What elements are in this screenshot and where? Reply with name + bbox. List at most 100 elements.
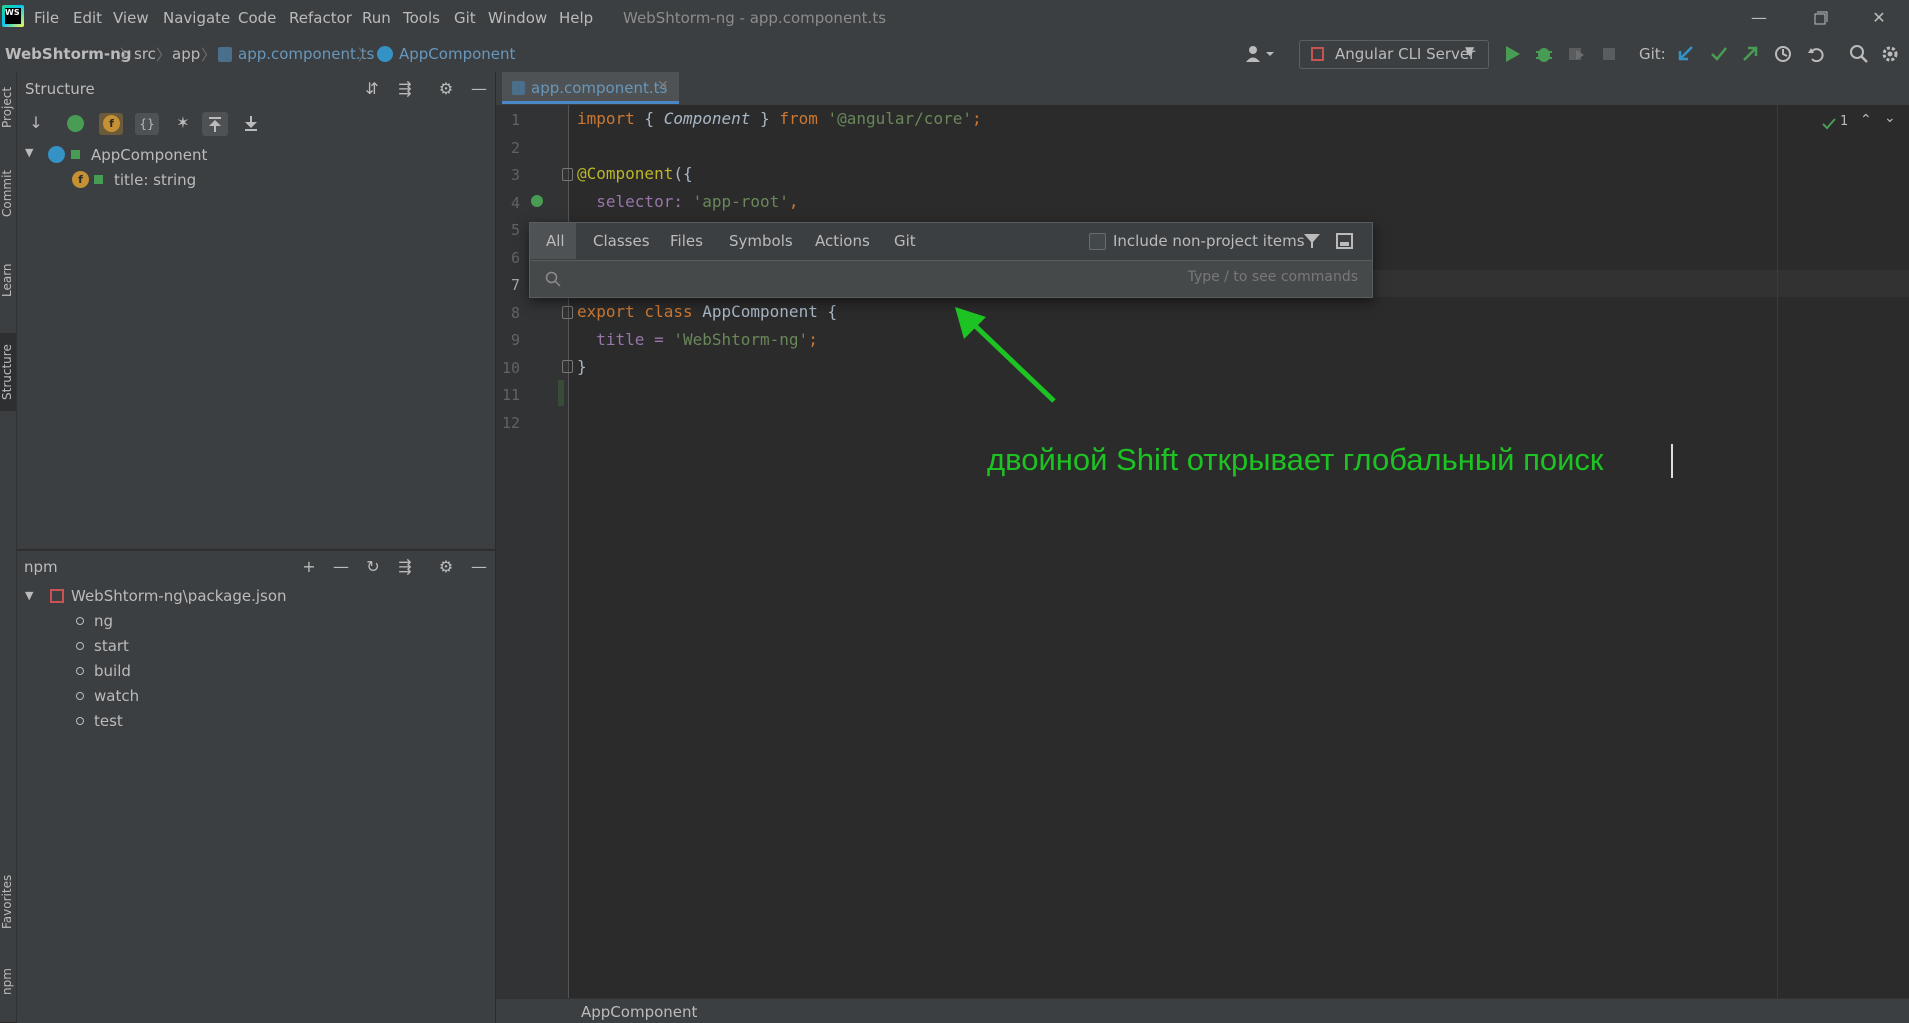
chevron-right-icon: 〉 xyxy=(156,46,172,64)
menu-help[interactable]: Help xyxy=(559,9,593,27)
status-breadcrumb[interactable]: AppComponent xyxy=(581,1003,697,1021)
show-fields-toggle[interactable]: f xyxy=(99,113,123,135)
git-push-icon[interactable] xyxy=(1740,44,1760,64)
npm-script-ng[interactable]: ng xyxy=(94,612,113,630)
close-window-icon[interactable]: ✕ xyxy=(1859,4,1899,32)
add-icon[interactable]: + xyxy=(299,557,319,577)
restore-icon[interactable] xyxy=(1800,4,1840,32)
minimize-icon[interactable]: — xyxy=(1739,4,1779,32)
npm-package-icon xyxy=(50,589,64,603)
tool-tab-favorites[interactable]: Favorites xyxy=(0,866,16,938)
hide-panel-icon[interactable]: — xyxy=(469,557,489,577)
next-highlight-icon[interactable]: ⌄ xyxy=(1884,110,1896,126)
settings-gear-icon[interactable]: ⚙ xyxy=(436,557,456,577)
tree-item-title[interactable]: title: string xyxy=(114,171,196,189)
fold-icon[interactable] xyxy=(562,360,573,373)
search-hint: Type / to see commands xyxy=(1187,269,1358,285)
chevron-right-icon: 〉 xyxy=(120,46,136,64)
public-lock-icon xyxy=(94,175,103,184)
collapse-all-icon[interactable]: ⇶ xyxy=(395,557,415,577)
npm-script-build[interactable]: build xyxy=(94,662,131,680)
user-icon[interactable] xyxy=(1244,45,1278,63)
refresh-icon[interactable]: ↻ xyxy=(363,557,383,577)
breadcrumb-file[interactable]: app.component.ts xyxy=(238,45,374,63)
fold-icon[interactable] xyxy=(562,168,573,181)
inspections-widget[interactable]: 1 xyxy=(1821,114,1851,134)
menu-run[interactable]: Run xyxy=(362,9,391,27)
tree-item-appcomponent[interactable]: AppComponent xyxy=(91,146,207,164)
tool-tab-commit[interactable]: Commit xyxy=(0,165,16,221)
hide-panel-icon[interactable]: — xyxy=(469,79,489,99)
class-icon xyxy=(48,146,65,163)
npm-script-start[interactable]: start xyxy=(94,637,129,655)
script-bullet-icon xyxy=(76,667,84,675)
run-configuration-select[interactable]: Angular CLI Server ▼ xyxy=(1299,40,1489,69)
implemented-marker-icon[interactable] xyxy=(531,195,543,207)
menu-window[interactable]: Window xyxy=(488,9,547,27)
search-icon[interactable] xyxy=(1849,44,1869,64)
editor-tab-app-component[interactable]: app.component.ts ✕ xyxy=(502,72,679,104)
webstorm-logo-icon[interactable]: WS xyxy=(2,5,24,27)
line-number: 9 xyxy=(510,331,520,349)
history-icon[interactable] xyxy=(1773,44,1793,64)
breadcrumb-app[interactable]: app xyxy=(172,45,200,63)
run-icon[interactable] xyxy=(1502,44,1522,64)
coverage-icon[interactable] xyxy=(1566,44,1586,64)
npm-package-json[interactable]: WebShtorm-ng\package.json xyxy=(71,587,287,605)
debug-icon[interactable] xyxy=(1534,44,1554,64)
group-by-icon[interactable]: ✶ xyxy=(173,113,193,133)
menu-edit[interactable]: Edit xyxy=(73,9,102,27)
menu-navigate[interactable]: Navigate xyxy=(163,9,230,27)
search-tab-git[interactable]: Git xyxy=(894,232,916,250)
filter-icon[interactable] xyxy=(1302,231,1322,251)
chevron-down-icon[interactable]: ▼ xyxy=(25,589,33,602)
search-tab-actions[interactable]: Actions xyxy=(815,232,870,250)
git-update-icon[interactable] xyxy=(1676,44,1696,64)
menu-refactor[interactable]: Refactor xyxy=(289,9,352,27)
search-tab-all[interactable]: All xyxy=(546,232,565,250)
rollback-icon[interactable] xyxy=(1806,44,1826,64)
search-input[interactable] xyxy=(570,265,1134,293)
tool-tab-learn[interactable]: Learn xyxy=(0,255,16,305)
autoscroll-to-source-toggle[interactable] xyxy=(202,112,228,136)
sort-alphabetically-icon[interactable]: ↓ xyxy=(26,113,46,133)
tool-tab-structure[interactable]: Structure xyxy=(0,333,16,411)
menu-tools[interactable]: Tools xyxy=(403,9,440,27)
git-commit-icon[interactable] xyxy=(1709,44,1729,64)
search-everywhere-popup: All Classes Files Symbols Actions Git In… xyxy=(529,222,1373,298)
search-tab-symbols[interactable]: Symbols xyxy=(729,232,793,250)
settings-gear-icon[interactable]: ⚙ xyxy=(436,79,456,99)
previous-highlight-icon[interactable]: ⌃ xyxy=(1860,112,1872,128)
search-icon xyxy=(545,271,561,287)
fold-icon[interactable] xyxy=(562,306,573,319)
menu-code[interactable]: Code xyxy=(238,9,276,27)
menu-git[interactable]: Git xyxy=(454,9,476,27)
code-token: } xyxy=(577,357,587,376)
menu-view[interactable]: View xyxy=(113,9,149,27)
include-non-project-checkbox[interactable] xyxy=(1089,233,1106,250)
npm-script-test[interactable]: test xyxy=(94,712,123,730)
settings-gear-icon[interactable] xyxy=(1880,44,1900,64)
show-inherited-icon[interactable] xyxy=(67,115,84,132)
expand-all-icon[interactable]: ⇵ xyxy=(362,79,382,99)
autoscroll-from-source-icon[interactable] xyxy=(238,112,264,136)
line-number: 6 xyxy=(510,249,520,267)
stop-icon[interactable] xyxy=(1599,44,1619,64)
show-lambdas-toggle[interactable]: {} xyxy=(135,113,159,135)
remove-icon[interactable]: — xyxy=(331,557,351,577)
menu-file[interactable]: File xyxy=(34,9,59,27)
search-tab-files[interactable]: Files xyxy=(670,232,703,250)
vcs-added-marker[interactable] xyxy=(558,380,564,406)
breadcrumb-src[interactable]: src xyxy=(134,45,156,63)
collapse-all-icon[interactable]: ⇶ xyxy=(395,79,415,99)
npm-script-watch[interactable]: watch xyxy=(94,687,139,705)
breadcrumb-project[interactable]: WebShtorm-ng xyxy=(5,45,132,63)
search-tab-classes[interactable]: Classes xyxy=(593,232,650,250)
open-in-find-window-icon[interactable] xyxy=(1335,231,1355,251)
tool-tab-npm[interactable]: npm xyxy=(0,964,16,1000)
chevron-down-icon[interactable]: ▼ xyxy=(25,146,33,159)
breadcrumb-class[interactable]: AppComponent xyxy=(399,45,515,63)
close-tab-icon[interactable]: ✕ xyxy=(657,78,669,94)
chevron-down-icon: ▼ xyxy=(1465,44,1475,58)
tool-tab-project[interactable]: Project xyxy=(0,79,16,135)
